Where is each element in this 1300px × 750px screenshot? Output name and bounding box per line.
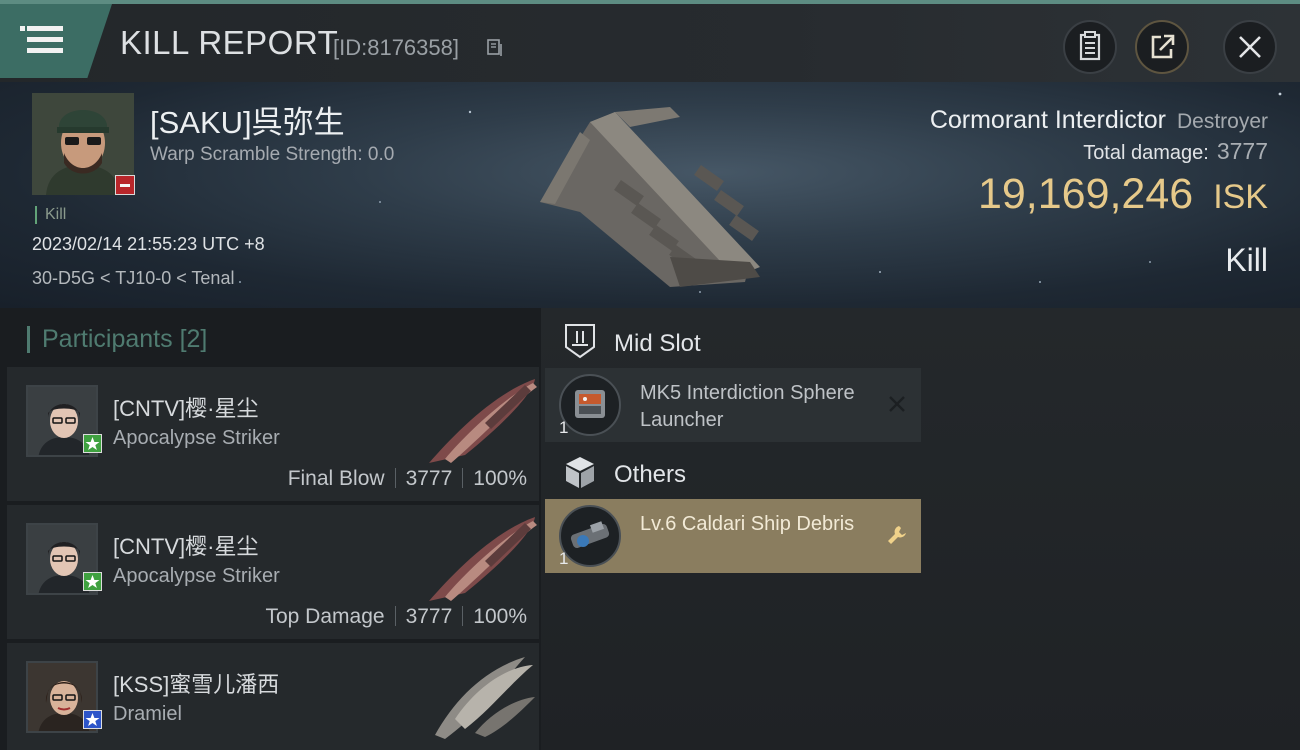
page-title: KILL REPORT (120, 24, 339, 61)
isk-unit: ISK (1213, 178, 1268, 216)
participants-label: Participants (42, 325, 173, 353)
isk-value: 19,169,246 (977, 170, 1194, 218)
participant-ship-image (429, 379, 537, 463)
participant-damage: 3777 (405, 467, 453, 490)
participant-stats: Top Damage 3777 100% (265, 605, 527, 629)
corp-star-badge (83, 572, 102, 591)
participant-ship: Apocalypse Striker (113, 565, 280, 587)
module-item[interactable]: 1 Lv.6 Caldari Ship Debris (545, 499, 921, 573)
victim-name[interactable]: [SAKU]呉弥生 (150, 97, 345, 142)
kill-timestamp: 2023/02/14 21:55:23 UTC +8 (32, 234, 265, 254)
kill-summary-banner: [SAKU]呉弥生 Warp Scramble Strength: 0.0 Ki… (0, 82, 1300, 308)
participant-stats: Final Blow 3777 100% (288, 467, 527, 491)
victim-ship-name[interactable]: Cormorant Interdictor (930, 106, 1166, 134)
participant-ship: Apocalypse Striker (113, 427, 280, 449)
section-header-others: Others (545, 441, 925, 503)
cube-icon (566, 457, 594, 488)
module-name: Lv.6 Caldari Ship Debris (640, 513, 855, 535)
kill-location[interactable]: 30-D5G < TJ10-0 < Tenal (32, 268, 234, 289)
clipboard-icon (1079, 31, 1101, 61)
section-label: Others (614, 461, 687, 488)
isk-value-line: 19,169,246 ISK (978, 170, 1268, 219)
participant-damage-percent: 100% (473, 467, 527, 490)
close-icon[interactable] (885, 392, 909, 416)
share-button[interactable] (1135, 20, 1189, 74)
participant-damage-percent: 100% (473, 605, 527, 628)
participants-panel: Participants [2] [CNTV]樱·星尘 Apocalypse S… (0, 308, 541, 750)
total-damage-label: Total damage: (1083, 142, 1209, 164)
participant-row[interactable]: [KSS]蜜雪儿潘西 Dramiel (7, 643, 539, 750)
participant-row[interactable]: [CNTV]樱·星尘 Apocalypse Striker Top Damage… (7, 505, 539, 639)
module-quantity: 1 (559, 549, 569, 568)
clipboard-button[interactable] (1063, 20, 1117, 74)
warp-scramble-strength: Warp Scramble Strength: 0.0 (150, 144, 395, 165)
close-button[interactable] (1223, 20, 1277, 74)
corp-star-badge (83, 710, 102, 729)
ship-debris-image (570, 521, 610, 548)
total-damage: Total damage: 3777 (1083, 138, 1268, 165)
kill-result: Kill (1225, 242, 1268, 278)
section-label: Mid Slot (614, 330, 701, 357)
module-item[interactable]: 1 MK5 Interdiction Sphere Launcher (545, 368, 921, 442)
kill-tag: Kill (35, 206, 66, 224)
header-bar: KILL REPORT [ID:8176358] (0, 4, 1300, 82)
participant-ship: Dramiel (113, 703, 182, 725)
star-icon (85, 575, 100, 588)
share-icon (1151, 34, 1175, 59)
copy-icon[interactable] (487, 39, 503, 57)
fitted-modules-panel: Mid Slot 1 MK5 Interdiction Sphere Launc… (541, 308, 1300, 750)
corp-star-badge (83, 434, 102, 453)
participants-count: [2] (179, 325, 208, 353)
report-id: [ID:8176358] (333, 35, 459, 60)
participant-damage: 3777 (405, 605, 453, 628)
menu-button[interactable] (0, 4, 112, 78)
participant-name[interactable]: [CNTV]樱·星尘 (113, 529, 258, 561)
close-icon (1239, 36, 1261, 58)
participants-header: Participants [2] (27, 326, 207, 353)
participant-ship-image (429, 517, 537, 601)
section-header-mid-slot: Mid Slot (545, 310, 925, 372)
victim-ship-info: Cormorant Interdictor Destroyer (930, 106, 1268, 135)
total-damage-value: 3777 (1216, 138, 1268, 164)
loss-badge (115, 175, 135, 195)
participant-name[interactable]: [KSS]蜜雪儿潘西 (113, 667, 279, 699)
interdiction-launcher-image (575, 390, 605, 418)
mid-slot-icon (565, 324, 595, 359)
wrench-icon[interactable] (885, 523, 909, 547)
module-name: MK5 Interdiction Sphere Launcher (640, 382, 855, 431)
star-icon (85, 713, 100, 726)
participant-role: Top Damage (265, 605, 385, 628)
hamburger-icon (20, 26, 63, 54)
module-quantity: 1 (559, 418, 569, 437)
victim-ship-image (540, 107, 760, 287)
participant-ship-image (435, 657, 535, 739)
star-icon (85, 437, 100, 450)
victim-ship-class: Destroyer (1176, 110, 1268, 133)
participant-role: Final Blow (287, 467, 385, 490)
participant-name[interactable]: [CNTV]樱·星尘 (113, 391, 258, 423)
participant-row[interactable]: [CNTV]樱·星尘 Apocalypse Striker Final Blow… (7, 367, 539, 501)
